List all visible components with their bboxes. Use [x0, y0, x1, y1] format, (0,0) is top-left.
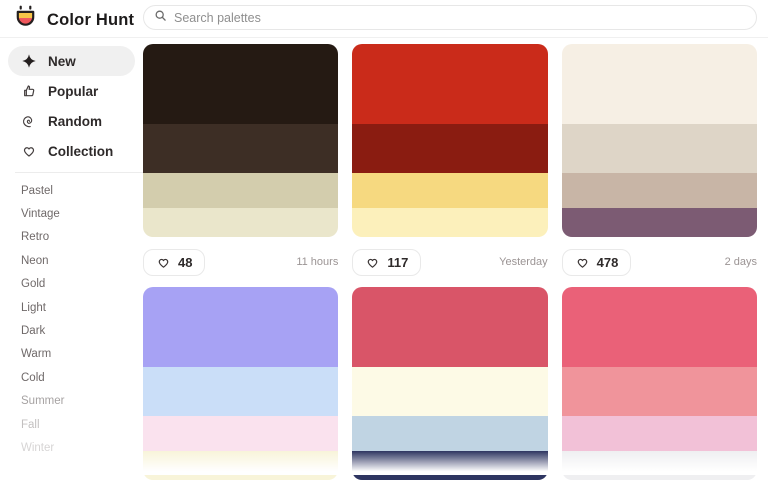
logo[interactable]: Color Hunt — [13, 5, 134, 35]
palette-card[interactable] — [143, 287, 338, 480]
tag-warm[interactable]: Warm — [21, 343, 143, 366]
random-spiral-icon — [20, 113, 37, 130]
tag-pastel[interactable]: Pastel — [21, 179, 143, 202]
palette-color-band[interactable] — [143, 173, 338, 208]
palette-color-band[interactable] — [352, 287, 547, 367]
palette-card[interactable] — [562, 44, 757, 237]
palette-color-band[interactable] — [562, 287, 757, 367]
tag-summer[interactable]: Summer — [21, 390, 143, 413]
palette-color-band[interactable] — [143, 416, 338, 451]
palette-color-band[interactable] — [562, 44, 757, 124]
sidebar-item-label: New — [48, 54, 76, 69]
like-button[interactable]: 48 — [143, 249, 205, 276]
sidebar-item-label: Random — [48, 114, 102, 129]
sidebar-tags: PastelVintageRetroNeonGoldLightDarkWarmC… — [0, 173, 143, 460]
sidebar-item-new[interactable]: New — [8, 46, 135, 76]
palette-color-band[interactable] — [143, 124, 338, 173]
palette-card[interactable] — [352, 287, 547, 480]
palette-meta: 48 11 hours — [143, 237, 338, 287]
tag-neon[interactable]: Neon — [21, 249, 143, 272]
palette-card[interactable] — [562, 287, 757, 480]
tag-cold[interactable]: Cold — [21, 366, 143, 389]
search-bar[interactable] — [143, 5, 757, 30]
popular-thumb-icon — [20, 83, 37, 100]
palette-cell: 117 Yesterday — [352, 44, 547, 287]
palette-color-band[interactable] — [562, 367, 757, 416]
palette-cell: 478 2 days — [562, 44, 757, 287]
heart-icon — [365, 255, 380, 270]
palette-color-band[interactable] — [562, 124, 757, 173]
palette-card[interactable] — [352, 44, 547, 237]
palette-color-band[interactable] — [352, 451, 547, 480]
palette-cell — [352, 287, 547, 480]
palette-color-band[interactable] — [352, 208, 547, 237]
header: Color Hunt — [0, 0, 768, 38]
palette-color-band[interactable] — [562, 208, 757, 237]
heart-icon — [575, 255, 590, 270]
sidebar-item-random[interactable]: Random — [8, 106, 135, 136]
logo-text: Color Hunt — [47, 11, 134, 30]
palette-timestamp: Yesterday — [499, 256, 548, 268]
palette-color-band[interactable] — [352, 173, 547, 208]
sidebar-item-collection[interactable]: Collection — [8, 136, 135, 166]
colorhunt-cup-icon — [13, 5, 38, 35]
palette-meta: 117 Yesterday — [352, 237, 547, 287]
palette-cell — [143, 287, 338, 480]
tag-retro[interactable]: Retro — [21, 226, 143, 249]
palette-timestamp: 11 hours — [296, 256, 338, 268]
tag-dark[interactable]: Dark — [21, 319, 143, 342]
palette-color-band[interactable] — [143, 44, 338, 124]
sidebar-nav: New Popular Random Collection — [0, 38, 143, 166]
like-count: 117 — [387, 255, 408, 270]
sidebar-item-popular[interactable]: Popular — [8, 76, 135, 106]
tag-gold[interactable]: Gold — [21, 273, 143, 296]
collection-heart-icon — [20, 143, 37, 160]
tag-vintage[interactable]: Vintage — [21, 202, 143, 225]
palette-color-band[interactable] — [352, 124, 547, 173]
sidebar: New Popular Random Collection PastelVintage… — [0, 38, 143, 475]
palette-color-band[interactable] — [562, 451, 757, 480]
palette-color-band[interactable] — [143, 287, 338, 367]
palette-color-band[interactable] — [352, 367, 547, 416]
like-count: 48 — [178, 255, 192, 270]
tag-winter[interactable]: Winter — [21, 436, 143, 459]
palette-cell — [562, 287, 757, 480]
palette-color-band[interactable] — [352, 44, 547, 124]
heart-icon — [156, 255, 171, 270]
sidebar-item-label: Popular — [48, 84, 98, 99]
palette-meta: 478 2 days — [562, 237, 757, 287]
palette-feed: 48 11 hours 117 Yesterday 478 2 days — [143, 38, 768, 475]
sidebar-item-label: Collection — [48, 144, 113, 159]
new-sparkle-icon — [20, 53, 37, 70]
search-icon — [154, 9, 167, 27]
palette-color-band[interactable] — [562, 173, 757, 208]
tag-fall[interactable]: Fall — [21, 413, 143, 436]
palette-timestamp: 2 days — [725, 256, 757, 268]
tag-light[interactable]: Light — [21, 296, 143, 319]
like-button[interactable]: 478 — [562, 249, 632, 276]
palette-color-band[interactable] — [143, 367, 338, 416]
search-input[interactable] — [174, 11, 746, 25]
like-button[interactable]: 117 — [352, 249, 421, 276]
palette-card[interactable] — [143, 44, 338, 237]
palette-color-band[interactable] — [143, 451, 338, 480]
palette-color-band[interactable] — [143, 208, 338, 237]
palette-cell: 48 11 hours — [143, 44, 338, 287]
palette-color-band[interactable] — [352, 416, 547, 451]
like-count: 478 — [597, 255, 619, 270]
palette-color-band[interactable] — [562, 416, 757, 451]
